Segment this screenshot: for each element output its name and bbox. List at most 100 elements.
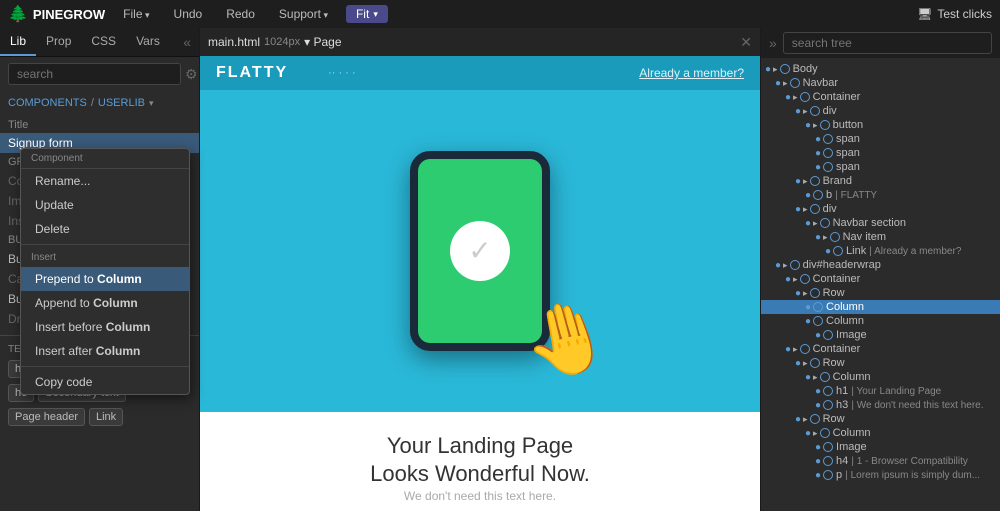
caret-icon[interactable]: ▸ — [793, 274, 798, 285]
tree-item[interactable]: ●p | Lorem ipsum is simply dum... — [761, 468, 1000, 482]
ctx-insert-after-col[interactable]: Insert after Column — [21, 339, 189, 363]
tree-item[interactable]: ●▸Container — [761, 342, 1000, 356]
eye-icon[interactable]: ● — [785, 274, 791, 285]
page-dropdown[interactable]: ▾ Page — [304, 35, 341, 49]
eye-icon[interactable]: ● — [795, 358, 801, 369]
eye-icon[interactable]: ● — [805, 190, 811, 201]
eye-icon[interactable]: ● — [805, 120, 811, 131]
file-menu[interactable]: File — [117, 5, 155, 23]
eye-icon[interactable]: ● — [815, 386, 821, 397]
tree-item[interactable]: ●span — [761, 132, 1000, 146]
tree-item[interactable]: ●b | FLATTY — [761, 188, 1000, 202]
eye-icon[interactable]: ● — [815, 134, 821, 145]
collapse-panel-button[interactable]: « — [175, 28, 199, 56]
caret-icon[interactable]: ▸ — [813, 218, 818, 229]
tree-item[interactable]: ●span — [761, 160, 1000, 174]
tree-item[interactable]: ●h4 | 1 - Browser Compatibility — [761, 454, 1000, 468]
tree-item[interactable]: ●▸Body — [761, 62, 1000, 76]
tree-item[interactable]: ●▸Brand — [761, 174, 1000, 188]
eye-icon[interactable]: ● — [785, 344, 791, 355]
tree-item[interactable]: ●▸Row — [761, 286, 1000, 300]
eye-icon[interactable]: ● — [805, 302, 811, 313]
ctx-append-col[interactable]: Append to Column — [21, 291, 189, 315]
caret-icon[interactable]: ▸ — [803, 106, 808, 117]
eye-icon[interactable]: ● — [795, 176, 801, 187]
tab-css[interactable]: CSS — [81, 28, 126, 56]
eye-icon[interactable]: ● — [775, 260, 781, 271]
tree-item[interactable]: ●Column — [761, 314, 1000, 328]
tree-item[interactable]: ●▸div — [761, 104, 1000, 118]
caret-icon[interactable]: ▸ — [783, 78, 788, 89]
eye-icon[interactable]: ● — [805, 428, 811, 439]
eye-icon[interactable]: ● — [815, 470, 821, 481]
tree-item[interactable]: ●Link | Already a member? — [761, 244, 1000, 258]
tree-item[interactable]: ●▸Nav item — [761, 230, 1000, 244]
tree-item[interactable]: ●span — [761, 146, 1000, 160]
tree-item[interactable]: ●▸Column — [761, 426, 1000, 440]
eye-icon[interactable]: ● — [815, 232, 821, 243]
support-menu[interactable]: Support — [273, 5, 334, 23]
caret-icon[interactable]: ▸ — [773, 64, 778, 75]
eye-icon[interactable]: ● — [815, 330, 821, 341]
caret-icon[interactable]: ▸ — [793, 92, 798, 103]
tree-item[interactable]: ●Image — [761, 328, 1000, 342]
eye-icon[interactable]: ● — [785, 92, 791, 103]
ctx-delete[interactable]: Delete — [21, 217, 189, 241]
eye-icon[interactable]: ● — [815, 456, 821, 467]
tree-item[interactable]: ●▸div — [761, 202, 1000, 216]
caret-icon[interactable]: ▸ — [803, 414, 808, 425]
caret-icon[interactable]: ▸ — [803, 204, 808, 215]
eye-icon[interactable]: ● — [815, 400, 821, 411]
tree-item[interactable]: ●h1 | Your Landing Page — [761, 384, 1000, 398]
eye-icon[interactable]: ● — [775, 78, 781, 89]
caret-icon[interactable]: ▸ — [793, 344, 798, 355]
eye-icon[interactable]: ● — [795, 288, 801, 299]
gear-icon[interactable]: ⚙ — [185, 66, 198, 83]
caret-icon[interactable]: ▸ — [823, 232, 828, 243]
tree-item[interactable]: ●Column — [761, 300, 1000, 314]
eye-icon[interactable]: ● — [765, 64, 771, 75]
tag-link[interactable]: Link — [89, 408, 123, 426]
expand-tree-button[interactable]: » — [769, 35, 777, 51]
caret-icon[interactable]: ▸ — [803, 358, 808, 369]
eye-icon[interactable]: ● — [815, 442, 821, 453]
eye-icon[interactable]: ● — [795, 204, 801, 215]
caret-icon[interactable]: ▸ — [783, 260, 788, 271]
tree-item[interactable]: ●▸button — [761, 118, 1000, 132]
eye-icon[interactable]: ● — [795, 106, 801, 117]
tab-lib[interactable]: Lib — [0, 28, 36, 56]
caret-icon[interactable]: ▸ — [803, 288, 808, 299]
redo-menu[interactable]: Redo — [220, 5, 261, 23]
tree-item[interactable]: ●▸Column — [761, 370, 1000, 384]
eye-icon[interactable]: ● — [815, 148, 821, 159]
userlib-label[interactable]: USERLIB — [98, 97, 145, 109]
ctx-update[interactable]: Update — [21, 193, 189, 217]
caret-icon[interactable]: ▸ — [813, 428, 818, 439]
ctx-prepend-col[interactable]: Prepend to Column — [21, 267, 189, 291]
eye-icon[interactable]: ● — [805, 218, 811, 229]
search-input[interactable] — [8, 63, 181, 85]
tree-item[interactable]: ●h3 | We don't need this text here. — [761, 398, 1000, 412]
tag-page-header[interactable]: Page header — [8, 408, 85, 426]
tab-prop[interactable]: Prop — [36, 28, 81, 56]
fit-button[interactable]: Fit — [346, 5, 388, 23]
tree-item[interactable]: ●▸Row — [761, 356, 1000, 370]
tree-item[interactable]: ●▸div#headerwrap — [761, 258, 1000, 272]
tree-search-input[interactable] — [783, 32, 992, 54]
caret-icon[interactable]: ▸ — [813, 372, 818, 383]
eye-icon[interactable]: ● — [825, 246, 831, 257]
tree-item[interactable]: ●▸Navbar section — [761, 216, 1000, 230]
undo-menu[interactable]: Undo — [168, 5, 209, 23]
tree-item[interactable]: ●▸Navbar — [761, 76, 1000, 90]
tab-vars[interactable]: Vars — [126, 28, 170, 56]
userlib-caret[interactable]: ▾ — [149, 98, 154, 109]
tree-item[interactable]: ●▸Container — [761, 272, 1000, 286]
eye-icon[interactable]: ● — [815, 162, 821, 173]
tree-item[interactable]: ●▸Container — [761, 90, 1000, 104]
ctx-copy-code[interactable]: Copy code — [21, 370, 189, 394]
ctx-rename[interactable]: Rename... — [21, 169, 189, 193]
tree-item[interactable]: ●▸Row — [761, 412, 1000, 426]
caret-icon[interactable]: ▸ — [813, 120, 818, 131]
eye-icon[interactable]: ● — [805, 372, 811, 383]
eye-icon[interactable]: ● — [795, 414, 801, 425]
